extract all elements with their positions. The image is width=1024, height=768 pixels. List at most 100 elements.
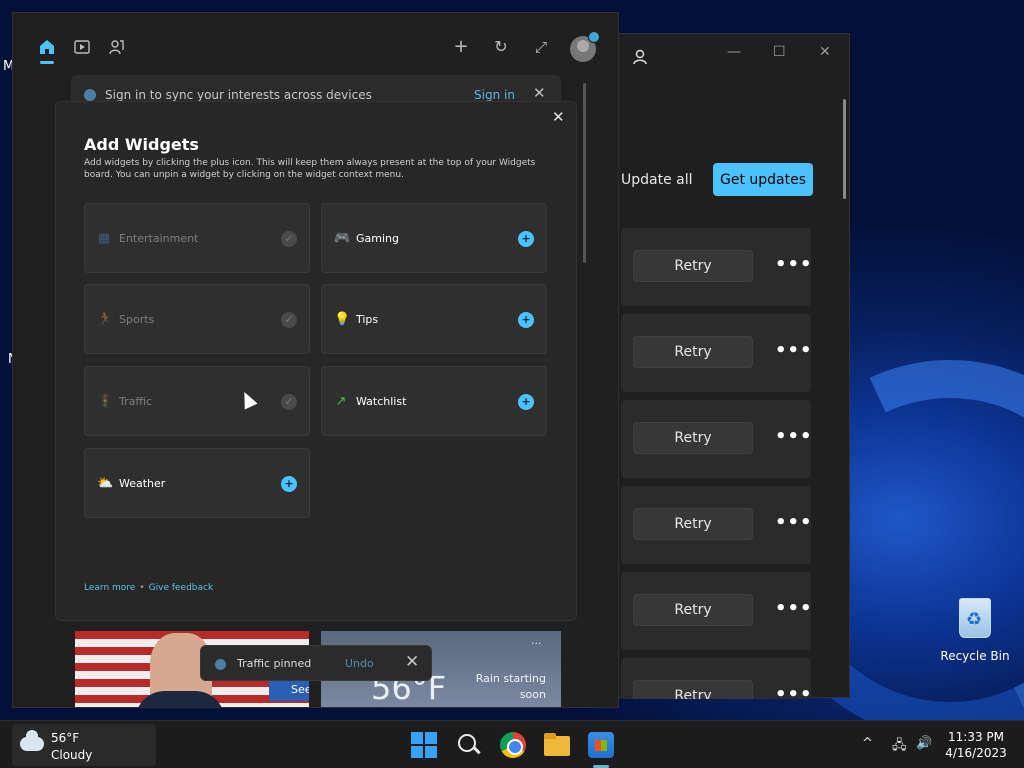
widget-tile-traffic[interactable]: 🚦 Traffic ✓	[84, 366, 310, 436]
people-icon[interactable]	[107, 37, 127, 57]
dialog-footer-links: Learn more • Give feedback	[84, 583, 213, 593]
add-plus-icon[interactable]: +	[518, 394, 534, 410]
get-updates-button[interactable]: Get updates	[713, 163, 813, 196]
give-feedback-link[interactable]: Give feedback	[149, 583, 214, 593]
info-icon	[215, 659, 226, 670]
signin-message: Sign in to sync your interests across de…	[105, 88, 372, 102]
widget-tile-label: Entertainment	[119, 232, 199, 245]
rain-forecast-text: Rain starting soon	[475, 672, 546, 701]
video-icon[interactable]	[72, 37, 92, 57]
retry-button[interactable]: Retry	[633, 250, 753, 282]
widget-tile-label: Weather	[119, 477, 166, 490]
widgets-scrollbar[interactable]	[583, 83, 586, 263]
pinned-check-icon: ✓	[281, 312, 297, 328]
home-icon[interactable]	[37, 37, 57, 57]
dialog-title: Add Widgets	[84, 135, 199, 154]
account-icon[interactable]	[631, 48, 649, 66]
retry-button[interactable]: Retry	[633, 508, 753, 540]
notification-badge	[588, 31, 600, 43]
retry-button[interactable]: Retry	[633, 336, 753, 368]
widget-tile-label: Tips	[356, 313, 379, 326]
volume-icon[interactable]: 🔊	[916, 736, 932, 751]
update-row: Retry •••	[621, 572, 813, 650]
add-plus-icon[interactable]: +	[518, 312, 534, 328]
update-row: Retry •••	[621, 400, 813, 478]
maximize-button[interactable]: ☐	[773, 44, 786, 60]
taskbar: 56°F Cloudy ^ 🖧 🔊 11:33 PM 4/16/2023	[0, 720, 1024, 768]
add-widgets-dialog: ✕ Add Widgets Add widgets by clicking th…	[55, 101, 577, 621]
store-window: — ☐ ✕ Update all Get updates Retry ••• R…	[600, 33, 850, 699]
clock[interactable]: 11:33 PM 4/16/2023	[936, 729, 1016, 761]
weather-condition: Cloudy	[51, 748, 93, 762]
widget-tile-sports[interactable]: 🏃 Sports ✓	[84, 284, 310, 354]
close-icon[interactable]: ✕	[533, 84, 546, 102]
widget-tile-tips[interactable]: 💡 Tips +	[321, 284, 547, 354]
more-options-icon[interactable]: •••	[775, 426, 813, 447]
toast-message: Traffic pinned	[237, 657, 312, 670]
widget-tile-weather[interactable]: ⛅ Weather +	[84, 448, 310, 518]
retry-button[interactable]: Retry	[633, 594, 753, 626]
entertainment-icon: ▦	[97, 231, 111, 246]
retry-button[interactable]: Retry	[633, 422, 753, 454]
info-icon	[84, 89, 96, 101]
refresh-icon[interactable]: ↻	[491, 37, 511, 57]
taskbar-weather-widget[interactable]: 56°F Cloudy	[12, 724, 156, 766]
runner-icon: 🏃	[97, 312, 114, 327]
close-dialog-icon[interactable]: ✕	[552, 108, 565, 126]
update-all-button[interactable]: Update all	[621, 172, 693, 188]
undo-button[interactable]: Undo	[345, 657, 374, 670]
weather-temperature: 56°F	[51, 731, 80, 745]
recycle-bin[interactable]: Recycle Bin	[940, 598, 1010, 663]
learn-more-link[interactable]: Learn more	[84, 583, 135, 593]
file-explorer-icon[interactable]	[544, 732, 570, 758]
microsoft-store-icon[interactable]	[588, 732, 614, 758]
store-title-bar: — ☐ ✕	[601, 34, 849, 78]
add-plus-icon[interactable]: +	[281, 476, 297, 492]
more-options-icon[interactable]: ···	[531, 637, 542, 650]
add-plus-icon[interactable]: +	[518, 231, 534, 247]
retry-button[interactable]: Retry	[633, 680, 753, 699]
cloud-icon	[20, 730, 44, 751]
widgets-top-bar: + ↻ ⤢	[13, 13, 618, 73]
close-window-button[interactable]: ✕	[819, 44, 831, 60]
search-icon[interactable]	[456, 732, 482, 758]
chevron-up-icon[interactable]: ^	[862, 736, 873, 751]
network-icon[interactable]: 🖧	[892, 736, 907, 758]
close-icon[interactable]: ✕	[405, 652, 419, 672]
more-options-icon[interactable]: •••	[775, 340, 813, 361]
widget-tile-label: Traffic	[119, 395, 153, 408]
signin-link[interactable]: Sign in	[474, 88, 515, 102]
store-scrollbar[interactable]	[843, 99, 846, 199]
widget-tile-label: Gaming	[356, 232, 399, 245]
lightbulb-icon: 💡	[334, 312, 351, 327]
update-row: Retry •••	[621, 314, 813, 392]
update-row: Retry •••	[621, 658, 811, 699]
pinned-check-icon: ✓	[281, 394, 297, 410]
recycle-bin-label: Recycle Bin	[940, 649, 1010, 663]
update-row: Retry •••	[621, 486, 813, 564]
expand-icon[interactable]: ⤢	[531, 37, 551, 57]
widget-tile-entertainment[interactable]: ▦ Entertainment ✓	[84, 203, 310, 273]
pinned-toast: Traffic pinned Undo ✕	[200, 645, 432, 681]
sun-cloud-icon: ⛅	[97, 476, 114, 491]
more-options-icon[interactable]: •••	[775, 598, 813, 619]
recycle-bin-icon	[959, 598, 991, 638]
more-options-icon[interactable]: •••	[775, 512, 813, 533]
pinned-check-icon: ✓	[281, 231, 297, 247]
trend-up-icon: ↗	[335, 394, 347, 409]
more-options-icon[interactable]: •••	[775, 684, 811, 699]
link-separator: •	[139, 583, 145, 593]
more-options-icon[interactable]: •••	[775, 254, 813, 275]
chrome-icon[interactable]	[500, 732, 526, 758]
widget-tile-label: Watchlist	[356, 395, 407, 408]
widgets-board: + ↻ ⤢ Sign in to sync your interests acr…	[12, 12, 619, 708]
add-widget-icon[interactable]: +	[451, 37, 471, 57]
widget-tile-watchlist[interactable]: ↗ Watchlist +	[321, 366, 547, 436]
clock-date: 4/16/2023	[945, 746, 1007, 760]
home-tab-indicator	[40, 61, 54, 64]
traffic-light-icon: 🚦	[97, 394, 114, 409]
minimize-button[interactable]: —	[727, 44, 741, 60]
start-button-icon[interactable]	[411, 732, 437, 758]
widget-tile-gaming[interactable]: 🎮 Gaming +	[321, 203, 547, 273]
dialog-description: Add widgets by clicking the plus icon. T…	[84, 158, 536, 180]
